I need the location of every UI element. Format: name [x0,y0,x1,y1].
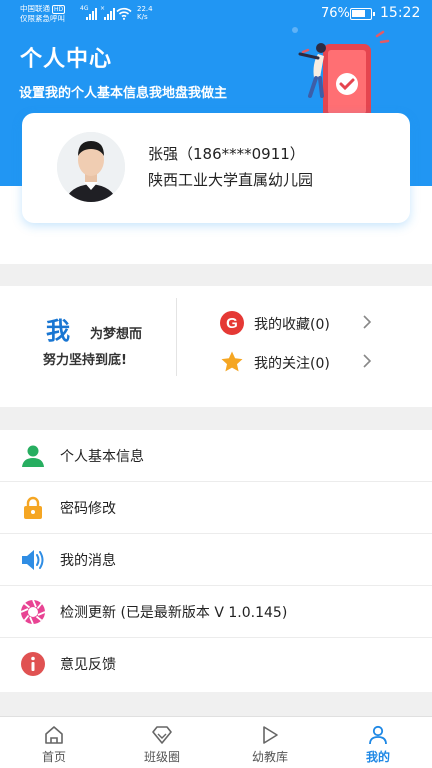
profile-card[interactable]: 张强（186****0911） 陕西工业大学直属幼儿园 [22,113,410,223]
tab-class-circle[interactable]: 班级圈 [108,717,216,768]
avatar[interactable] [57,132,125,202]
carrier-name: 中国联通 [20,4,50,13]
tab-home[interactable]: 首页 [0,717,108,768]
svg-text:G: G [226,315,238,332]
page-title: 个人中心 [20,47,113,72]
carrier-info: 中国联通 HD 仅限紧急呼叫 [20,4,66,23]
following-link[interactable]: 我的关注(0) [220,347,390,377]
summary-panel: 我 为梦想而 努力坚持到底! G 我的收藏(0) 我的关注(0) [0,286,432,407]
signal-icon-2 [104,8,115,20]
menu-item-feedback[interactable]: 意见反馈 [0,638,432,690]
bottom-tab-bar: 首页 班级圈 幼教库 我的 [0,716,432,768]
motto-big-char: 我 [46,317,70,345]
menu-item-messages[interactable]: 我的消息 [0,534,432,586]
google-g-icon: G [220,311,244,335]
menu-label: 我的消息 [60,553,116,569]
carrier-sub: 仅限紧急呼叫 [20,14,65,23]
battery-percent: 76% [321,6,350,21]
net-speed: 22.4 K/s [137,5,153,21]
person-icon [22,445,44,467]
tab-label: 幼教库 [251,750,288,764]
menu-label: 密码修改 [60,501,116,517]
user-name-phone: 张强（186****0911） [148,145,305,163]
settings-menu: 个人基本信息 密码修改 我的消息 检测更新 (已是最新版本 V 1.0.145)… [0,430,432,692]
following-label: 我的关注(0) [254,356,330,372]
net-speed-unit: K/s [137,13,148,21]
user-icon [369,725,387,745]
motto-line-2: 努力坚持到底! [43,353,127,368]
favorites-link[interactable]: G 我的收藏(0) [220,308,390,338]
play-icon [263,726,278,744]
page-subtitle: 设置我的个人基本信息我地盘我做主 [19,86,228,101]
favorites-label: 我的收藏(0) [254,317,330,333]
tab-label: 班级圈 [143,750,180,764]
motto-line-1: 为梦想而 [90,327,143,342]
avatar-portrait-icon [57,132,125,202]
star-icon [221,351,243,372]
hd-badge: HD [52,5,66,14]
menu-item-change-password[interactable]: 密码修改 [0,482,432,534]
wifi-icon [116,7,132,20]
user-organization: 陕西工业大学直属幼儿园 [148,171,314,189]
clock: 15:22 [380,5,421,21]
signal-icon [86,8,97,20]
info-icon [21,652,45,676]
lock-icon [24,496,42,519]
divider [176,298,177,376]
battery-icon [350,8,375,20]
aperture-icon [20,599,46,625]
tab-mine[interactable]: 我的 [324,717,432,768]
menu-item-check-update[interactable]: 检测更新 (已是最新版本 V 1.0.145) [0,586,432,638]
home-icon [45,726,63,744]
menu-label: 检测更新 (已是最新版本 V 1.0.145) [60,605,288,621]
tab-label: 我的 [365,750,390,764]
chevron-right-icon [363,354,372,368]
tab-label: 首页 [41,750,66,764]
tab-teaching-library[interactable]: 幼教库 [216,717,324,768]
menu-label: 个人基本信息 [60,449,144,465]
speaker-icon [22,550,44,570]
diamond-icon [152,726,172,744]
battery-fill [352,10,365,17]
menu-label: 意见反馈 [60,657,116,673]
chevron-right-icon [363,315,372,329]
menu-item-personal-info[interactable]: 个人基本信息 [0,430,432,482]
net-speed-value: 22.4 [137,5,153,13]
